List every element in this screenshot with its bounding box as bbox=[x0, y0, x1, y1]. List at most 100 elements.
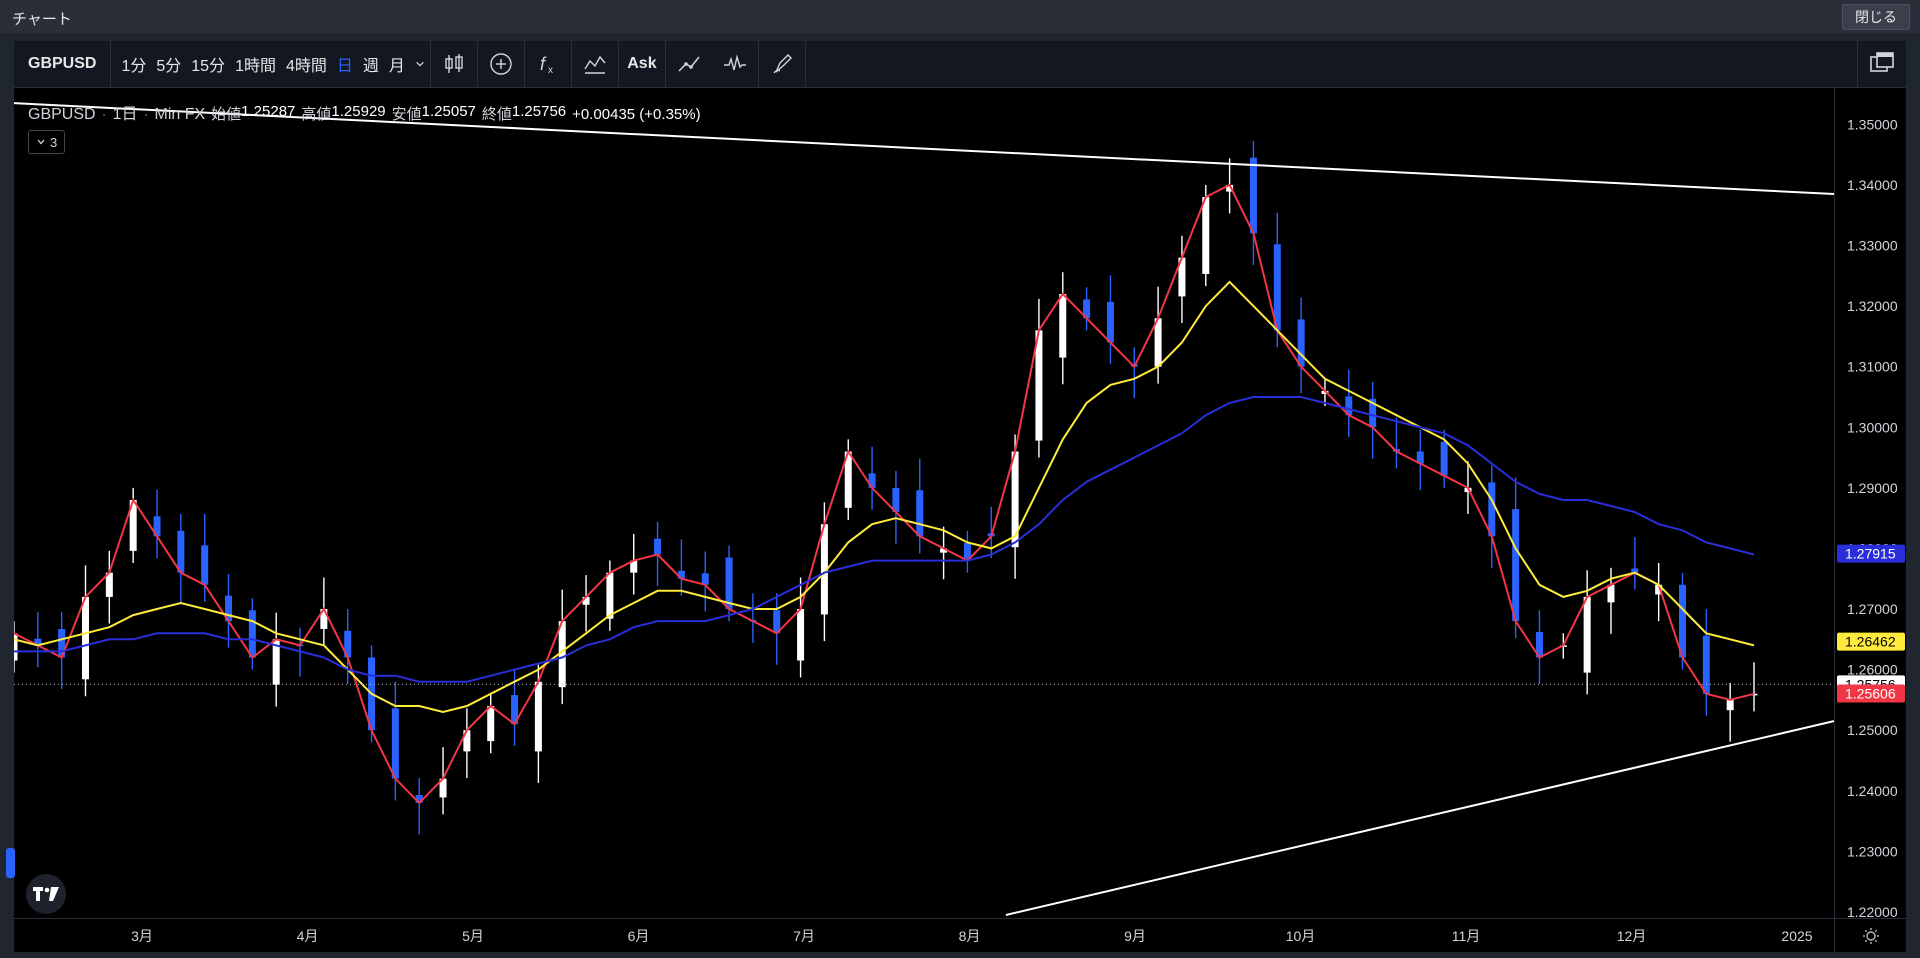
chart-canvas[interactable] bbox=[10, 88, 1835, 918]
window-titlebar: チャート 閉じる bbox=[0, 0, 1920, 35]
interval-1mo[interactable]: 月 bbox=[384, 41, 410, 87]
toolbar-divider bbox=[804, 41, 806, 87]
close-button[interactable]: 閉じる bbox=[1842, 4, 1910, 30]
time-tick-label: 5月 bbox=[462, 928, 484, 944]
legend-interval: 1日 bbox=[112, 106, 138, 123]
candle-body bbox=[248, 610, 256, 658]
interval-5m[interactable]: 5分 bbox=[151, 41, 186, 87]
price-tick-label: 1.22000 bbox=[1847, 904, 1898, 918]
time-tick-label: 2025 bbox=[1781, 928, 1812, 944]
window-title: チャート bbox=[12, 11, 72, 28]
candle-body bbox=[1297, 319, 1305, 367]
candle-body bbox=[916, 490, 924, 537]
trend-icon[interactable] bbox=[666, 41, 712, 87]
compare-icon[interactable] bbox=[572, 41, 618, 87]
candle-body bbox=[606, 572, 614, 619]
legend-low-label: 安値 bbox=[391, 106, 422, 123]
legend-open-value: 1.25287 bbox=[241, 103, 296, 120]
interval-1d[interactable]: 日 bbox=[332, 41, 358, 87]
candle-body bbox=[1154, 318, 1162, 367]
price-tick-label: 1.26000 bbox=[1847, 662, 1898, 678]
candle-body bbox=[1249, 157, 1257, 234]
interval-1m[interactable]: 1分 bbox=[111, 41, 151, 87]
candle-body bbox=[1488, 482, 1496, 537]
price-tick-label: 1.29000 bbox=[1847, 480, 1898, 496]
price-tick-label: 1.25000 bbox=[1847, 722, 1898, 738]
layout-icon[interactable] bbox=[1857, 41, 1906, 87]
legend-source: Min FX bbox=[154, 106, 206, 123]
wave-icon[interactable] bbox=[712, 41, 758, 87]
candle-body bbox=[10, 633, 18, 661]
candle-body bbox=[1607, 584, 1615, 603]
candle-body bbox=[201, 545, 209, 585]
brush-icon[interactable] bbox=[759, 41, 805, 87]
price-tick-label: 1.32000 bbox=[1847, 298, 1898, 314]
candle-body bbox=[725, 557, 733, 610]
legend-high-label: 高値 bbox=[301, 106, 332, 123]
drawing-toolbar-handle[interactable] bbox=[6, 848, 15, 878]
price-tick-label: 1.23000 bbox=[1847, 843, 1898, 859]
svg-text:x: x bbox=[548, 65, 553, 76]
add-icon[interactable] bbox=[478, 41, 524, 87]
price-axis-svg: 1.35000 1.34000 1.33000 1.32000 1.31000 1.300… bbox=[1837, 116, 1905, 920]
price-tick-label: 1.34000 bbox=[1847, 177, 1898, 193]
candle-body bbox=[534, 681, 542, 752]
candle-body bbox=[1059, 293, 1067, 358]
ma-fast-price-label: 1.25606 bbox=[1845, 685, 1896, 701]
candle-body bbox=[1702, 635, 1710, 694]
candle-body bbox=[654, 538, 662, 555]
price-tick-label: 1.24000 bbox=[1847, 783, 1898, 799]
time-tick-label: 6月 bbox=[628, 928, 650, 944]
time-tick-label: 9月 bbox=[1124, 928, 1146, 944]
candle-body bbox=[1678, 584, 1686, 658]
candle-body bbox=[1440, 441, 1448, 476]
time-tick-label: 7月 bbox=[793, 928, 815, 944]
legend-separator: · bbox=[143, 106, 149, 123]
time-axis[interactable]: 3月 4月 5月 6月 7月 8月 9月 10月 11月 12月 2025 bbox=[14, 918, 1834, 952]
indicators-icon[interactable]: fx bbox=[525, 41, 571, 87]
chart-legend: GBPUSD · 1日 · Min FX 始値 1.25287 高値 1.25929… bbox=[28, 100, 701, 124]
price-chart[interactable] bbox=[10, 88, 1835, 918]
price-axis[interactable]: 1.35000 1.34000 1.33000 1.32000 1.31000 1.300… bbox=[1834, 88, 1906, 920]
chart-toolbar: GBPUSD 1分 5分 15分 1時間 4時間 日 週 月 fx Ask bbox=[14, 41, 1906, 88]
candle-body bbox=[1583, 596, 1591, 673]
ma-slow-price-label: 1.27915 bbox=[1845, 546, 1896, 562]
candle-body bbox=[1726, 699, 1734, 711]
candle-body bbox=[177, 530, 185, 573]
interval-15m[interactable]: 15分 bbox=[186, 41, 230, 87]
time-tick-label: 3月 bbox=[131, 928, 153, 944]
chart-settings-icon[interactable] bbox=[1834, 918, 1906, 952]
legend-low-value: 1.25057 bbox=[421, 103, 476, 120]
time-tick-label: 11月 bbox=[1452, 928, 1481, 944]
price-tick-label: 1.30000 bbox=[1847, 419, 1898, 435]
candle-body bbox=[1512, 509, 1520, 622]
interval-1w[interactable]: 週 bbox=[358, 41, 384, 87]
candle-body bbox=[1202, 197, 1210, 274]
tradingview-logo-icon[interactable] bbox=[26, 874, 66, 914]
legend-close-label: 終値 bbox=[481, 106, 512, 123]
candle-body bbox=[82, 596, 90, 680]
svg-text:f: f bbox=[540, 54, 547, 74]
candle-body bbox=[1106, 301, 1114, 343]
ask-button[interactable]: Ask bbox=[619, 41, 665, 87]
chevron-down-icon bbox=[37, 139, 45, 145]
trendline-1[interactable] bbox=[1005, 720, 1835, 916]
candle-body bbox=[487, 705, 495, 742]
price-tick-label: 1.31000 bbox=[1847, 359, 1898, 375]
legend-close-value: 1.25756 bbox=[511, 103, 567, 120]
legend-open-label: 始値 bbox=[211, 106, 242, 123]
interval-1h[interactable]: 1時間 bbox=[230, 41, 281, 87]
ma-mid-price-label: 1.26462 bbox=[1845, 634, 1896, 650]
interval-4h[interactable]: 4時間 bbox=[281, 41, 332, 87]
price-tick-label: 1.27000 bbox=[1847, 601, 1898, 617]
time-tick-label: 10月 bbox=[1286, 928, 1316, 944]
time-tick-label: 12月 bbox=[1617, 928, 1647, 944]
interval-dropdown-icon[interactable] bbox=[410, 41, 430, 87]
candle-body bbox=[701, 573, 709, 585]
indicators-toggle[interactable]: 3 bbox=[28, 130, 66, 154]
candles-icon[interactable] bbox=[431, 41, 477, 87]
legend-separator: · bbox=[101, 106, 107, 123]
price-tick-label: 1.35000 bbox=[1847, 116, 1898, 132]
symbol-search-button[interactable]: GBPUSD bbox=[14, 41, 110, 87]
legend-symbol[interactable]: GBPUSD bbox=[28, 106, 96, 124]
